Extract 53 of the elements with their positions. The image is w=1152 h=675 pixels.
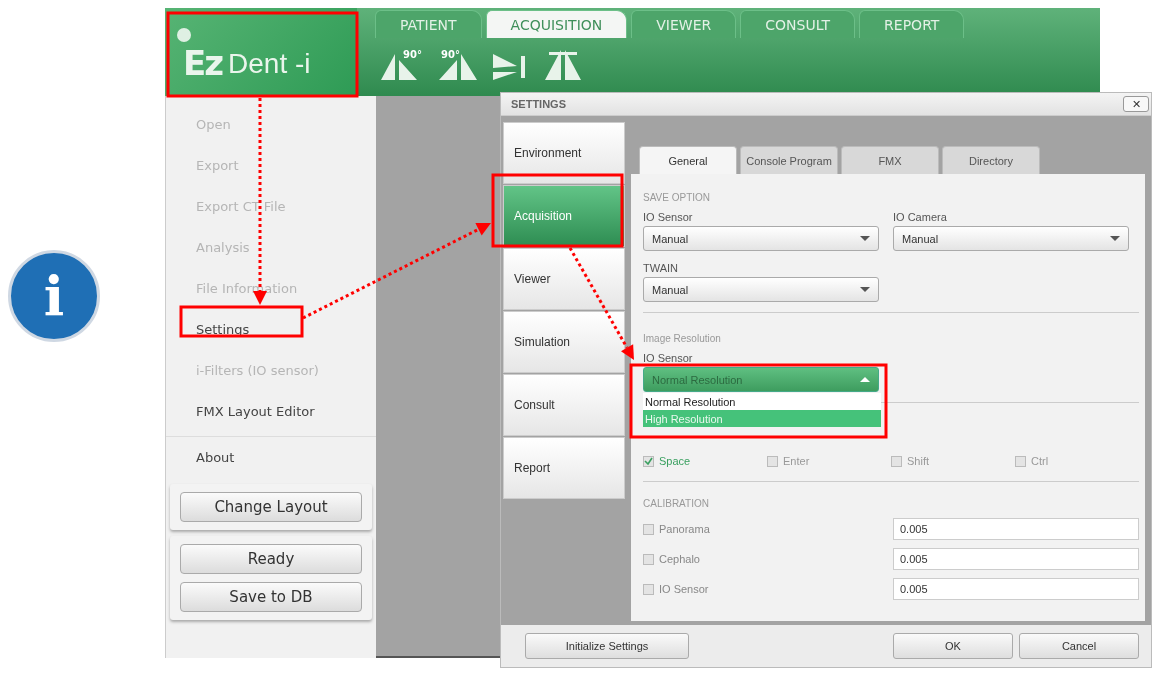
close-button[interactable]: ✕ [1123, 96, 1149, 112]
category-tab[interactable]: Viewer [503, 248, 625, 310]
category-tab[interactable]: Environment [503, 122, 625, 184]
input-field[interactable]: 0.005 [893, 578, 1139, 600]
field-label: IO Sensor [643, 351, 694, 366]
settings-tab[interactable]: General [639, 146, 737, 174]
section-heading: CALIBRATION [643, 496, 710, 511]
settings-tab[interactable]: FMX [841, 146, 939, 174]
section-heading: SAVE OPTION [643, 190, 712, 205]
category-tab[interactable]: Simulation [503, 311, 625, 373]
checkbox-label: Space [659, 455, 691, 467]
checkbox[interactable] [643, 523, 654, 535]
checkbox[interactable] [767, 455, 778, 467]
menu-item[interactable]: About [166, 437, 376, 478]
dropdown[interactable]: Manual [643, 226, 879, 251]
field-label: IO Camera [893, 210, 948, 225]
section-heading: Image Resolution [643, 331, 722, 346]
action-button[interactable]: Save to DB [180, 582, 362, 612]
checkbox[interactable] [1015, 455, 1026, 467]
info-icon: i [8, 250, 100, 342]
checkbox[interactable] [891, 455, 902, 467]
initialize-button[interactable]: Initialize Settings [525, 633, 689, 659]
checkbox[interactable] [643, 455, 654, 467]
checkbox-label: Panorama [659, 523, 710, 535]
logo-name: Dent -i [228, 49, 311, 80]
logo-mark: Ez [183, 46, 222, 80]
settings-tab[interactable]: Directory [942, 146, 1040, 174]
dialog-title: SETTINGS [511, 98, 566, 110]
menu-item[interactable]: FMX Layout Editor [166, 391, 376, 432]
checkbox-label: IO Sensor [659, 583, 709, 595]
checkbox-label: Ctrl [1031, 455, 1049, 467]
category-tab[interactable]: Consult [503, 374, 625, 436]
action-button[interactable]: Change Layout [180, 492, 362, 522]
dropdown[interactable]: Manual [643, 277, 879, 302]
checkbox-label: Enter [783, 455, 810, 467]
input-field[interactable]: 0.005 [893, 548, 1139, 570]
dropdown-option[interactable]: Normal Resolution [643, 393, 881, 410]
field-label: IO Sensor [643, 210, 694, 225]
category-tab[interactable]: Report [503, 437, 625, 499]
cancel-button[interactable]: Cancel [1019, 633, 1139, 659]
field-label: TWAIN [643, 261, 680, 276]
ok-button[interactable]: OK [893, 633, 1013, 659]
main-tab[interactable]: ACQUISITION [485, 10, 628, 38]
checkbox-label: Cephalo [659, 553, 700, 565]
action-button[interactable]: Ready [180, 544, 362, 574]
checkbox[interactable] [643, 583, 654, 595]
input-field[interactable]: 0.005 [893, 518, 1139, 540]
menu-item[interactable]: Settings [166, 309, 376, 350]
dropdown[interactable]: Manual [893, 226, 1129, 251]
logo-dot-icon [177, 28, 191, 42]
checkbox-label: Shift [907, 455, 929, 467]
checkbox[interactable] [643, 553, 654, 565]
settings-tab[interactable]: Console Program [740, 146, 838, 174]
